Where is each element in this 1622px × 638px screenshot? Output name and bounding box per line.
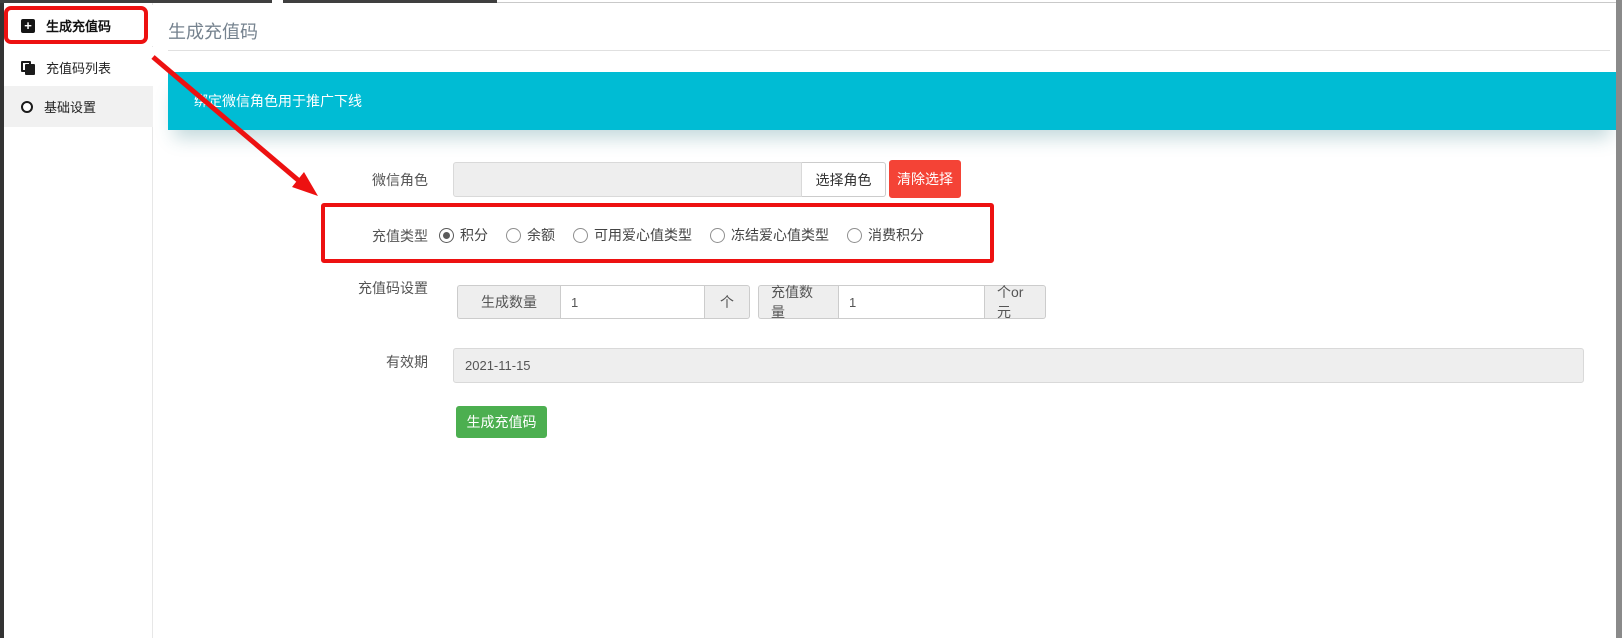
radio-label: 余额	[527, 225, 555, 245]
wechat-role-label: 微信角色	[154, 171, 428, 189]
title-divider	[168, 50, 1610, 51]
radio-label: 积分	[460, 225, 488, 245]
top-border-segment	[0, 0, 272, 3]
recharge-quantity-input[interactable]	[838, 285, 985, 319]
radio-label: 可用爱心值类型	[594, 225, 692, 245]
generate-code-button[interactable]: 生成充值码	[456, 406, 547, 438]
page-title: 生成充值码	[168, 18, 258, 44]
generate-quantity-prefix: 生成数量	[457, 285, 560, 319]
recharge-quantity-suffix: 个or元	[985, 285, 1046, 319]
code-settings-label: 充值码设置	[154, 279, 428, 297]
radio-option-points[interactable]: 积分	[439, 225, 488, 245]
radio-icon[interactable]	[847, 228, 862, 243]
top-border-line	[497, 2, 1616, 3]
radio-icon[interactable]	[439, 228, 454, 243]
radio-option-available-love-value[interactable]: 可用爱心值类型	[573, 225, 692, 245]
radio-option-balance[interactable]: 余额	[506, 225, 555, 245]
panel-header: 绑定微信角色用于推广下线	[168, 72, 1616, 130]
vertical-scrollbar[interactable]	[1616, 0, 1622, 638]
radio-label: 冻结爱心值类型	[731, 225, 829, 245]
plus-square-icon: +	[21, 19, 35, 33]
main-content: 生成充值码 绑定微信角色用于推广下线 微信角色 选择角色 清除选择 充值类型 积…	[154, 0, 1616, 638]
generate-quantity-group: 生成数量 个	[457, 285, 750, 319]
validity-label: 有效期	[154, 353, 428, 371]
recharge-type-label: 充值类型	[154, 227, 428, 245]
select-role-button[interactable]: 选择角色	[802, 162, 886, 197]
radio-option-frozen-love-value[interactable]: 冻结爱心值类型	[710, 225, 829, 245]
sidebar-item-code-list[interactable]: 充值码列表	[4, 47, 153, 88]
clear-selection-button[interactable]: 清除选择	[889, 160, 961, 198]
recharge-type-radio-group: 积分 余额 可用爱心值类型 冻结爱心值类型 消费积分	[439, 221, 924, 249]
circle-icon	[21, 101, 33, 113]
radio-icon[interactable]	[506, 228, 521, 243]
radio-icon[interactable]	[573, 228, 588, 243]
panel-header-text: 绑定微信角色用于推广下线	[194, 93, 362, 109]
wechat-role-input[interactable]	[453, 162, 802, 197]
recharge-quantity-prefix: 充值数量	[758, 285, 838, 319]
generate-quantity-suffix: 个	[705, 285, 750, 319]
app-window: + 生成充值码 充值码列表 基础设置 生成充值码 绑定微信角色用于推广下线 微信…	[0, 0, 1622, 638]
copy-icon	[21, 61, 35, 75]
sidebar-item-label: 充值码列表	[46, 58, 111, 77]
sidebar: + 生成充值码 充值码列表 基础设置	[4, 0, 153, 638]
radio-label: 消费积分	[868, 225, 924, 245]
sidebar-item-label: 基础设置	[44, 97, 96, 116]
sidebar-item-generate-code[interactable]: + 生成充值码	[4, 5, 153, 46]
radio-icon[interactable]	[710, 228, 725, 243]
top-border-segment	[283, 0, 497, 3]
sidebar-item-label: 生成充值码	[46, 16, 111, 35]
validity-date-input[interactable]	[453, 348, 1584, 383]
radio-option-consume-points[interactable]: 消费积分	[847, 225, 924, 245]
recharge-quantity-group: 充值数量 个or元	[758, 285, 1046, 319]
generate-quantity-input[interactable]	[560, 285, 705, 319]
sidebar-item-basic-settings[interactable]: 基础设置	[4, 86, 153, 127]
